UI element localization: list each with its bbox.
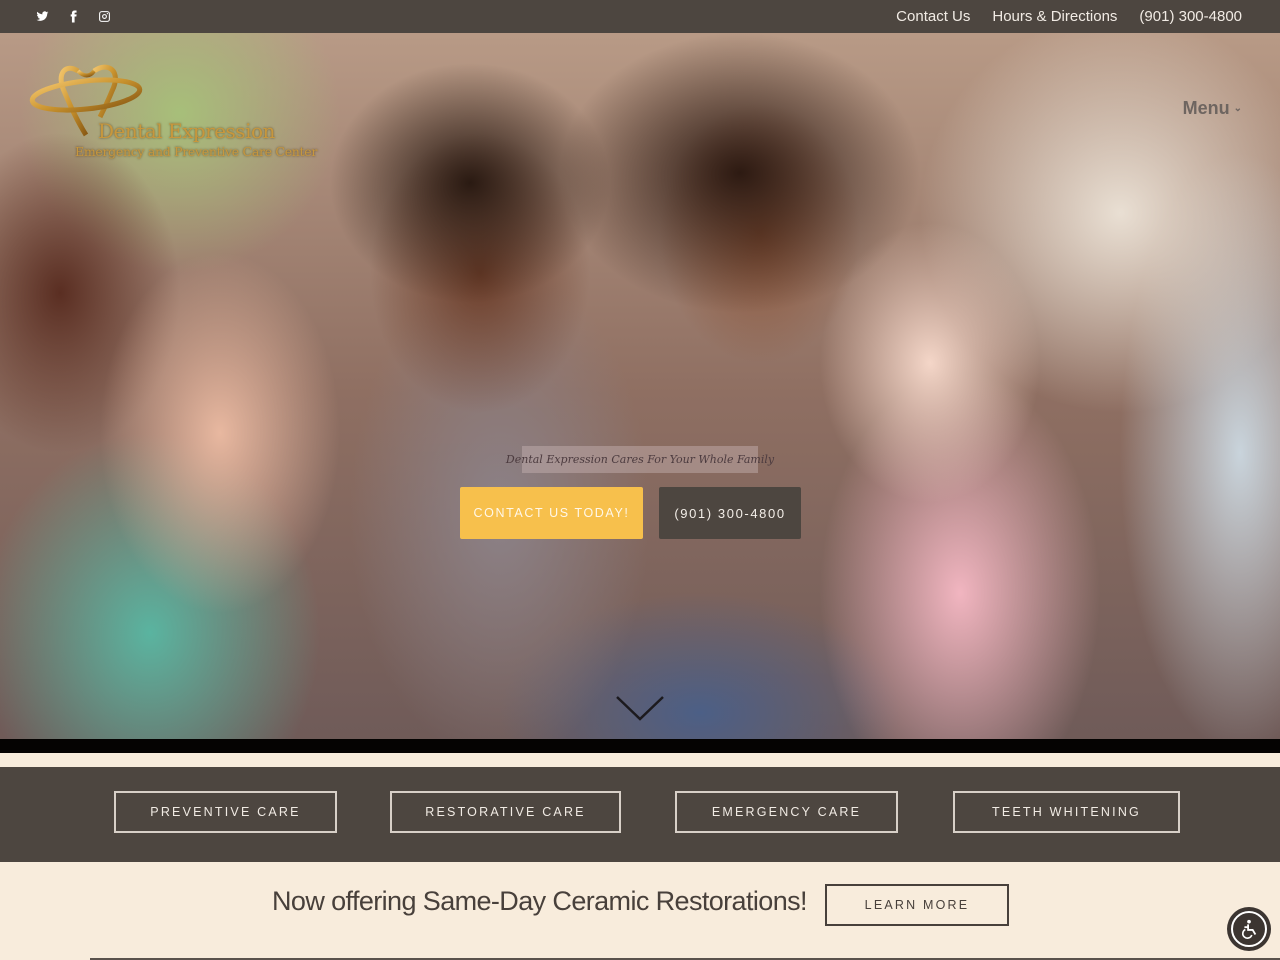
restorative-care-button[interactable]: RESTORATIVE CARE — [390, 791, 621, 833]
preventive-care-button[interactable]: PREVENTIVE CARE — [114, 791, 337, 833]
logo[interactable]: Dental Expression Emergency and Preventi… — [28, 61, 317, 171]
promo-text: Now offering Same-Day Ceramic Restoratio… — [272, 886, 808, 916]
contact-us-link[interactable]: Contact Us — [896, 8, 970, 25]
menu-button[interactable]: Menu ⌄ — [1183, 98, 1242, 119]
twitter-link[interactable] — [36, 10, 49, 23]
teeth-whitening-button[interactable]: TEETH WHITENING — [953, 791, 1180, 833]
top-bar: Contact Us Hours & Directions (901) 300-… — [0, 0, 1280, 33]
twitter-icon — [36, 11, 49, 21]
facebook-link[interactable] — [67, 10, 80, 23]
hero-tagline: Dental Expression Cares For Your Whole F… — [506, 446, 774, 473]
services-bar: PREVENTIVE CARE RESTORATIVE CARE EMERGEN… — [0, 767, 1280, 862]
hero-bottom-border — [0, 739, 1280, 753]
wheelchair-icon — [1241, 919, 1257, 939]
top-links: Contact Us Hours & Directions (901) 300-… — [896, 8, 1242, 25]
social-links — [36, 10, 111, 23]
contact-us-today-button[interactable]: CONTACT US TODAY! — [460, 487, 643, 539]
accessibility-ring — [1231, 911, 1267, 947]
chevron-down-icon: ⌄ — [1233, 103, 1242, 114]
instagram-link[interactable] — [98, 10, 111, 23]
hero-section: Dental Expression Emergency and Preventi… — [0, 33, 1280, 753]
instagram-icon — [99, 11, 110, 22]
accessibility-button[interactable] — [1227, 907, 1271, 951]
logo-name: Dental Expression — [98, 119, 275, 143]
facebook-icon — [70, 10, 77, 23]
emergency-care-button[interactable]: EMERGENCY CARE — [675, 791, 898, 833]
chevron-down-icon — [616, 696, 664, 721]
scroll-down-button[interactable] — [615, 693, 665, 723]
logo-tagline: Emergency and Preventive Care Center — [75, 144, 318, 159]
promo-banner: Now offering Same-Day Ceramic Restoratio… — [0, 862, 1280, 960]
call-phone-button[interactable]: (901) 300-4800 — [659, 487, 801, 539]
hours-directions-link[interactable]: Hours & Directions — [992, 8, 1117, 25]
menu-label: Menu — [1182, 98, 1230, 118]
learn-more-button[interactable]: LEARN MORE — [825, 884, 1009, 926]
phone-link[interactable]: (901) 300-4800 — [1139, 8, 1242, 25]
